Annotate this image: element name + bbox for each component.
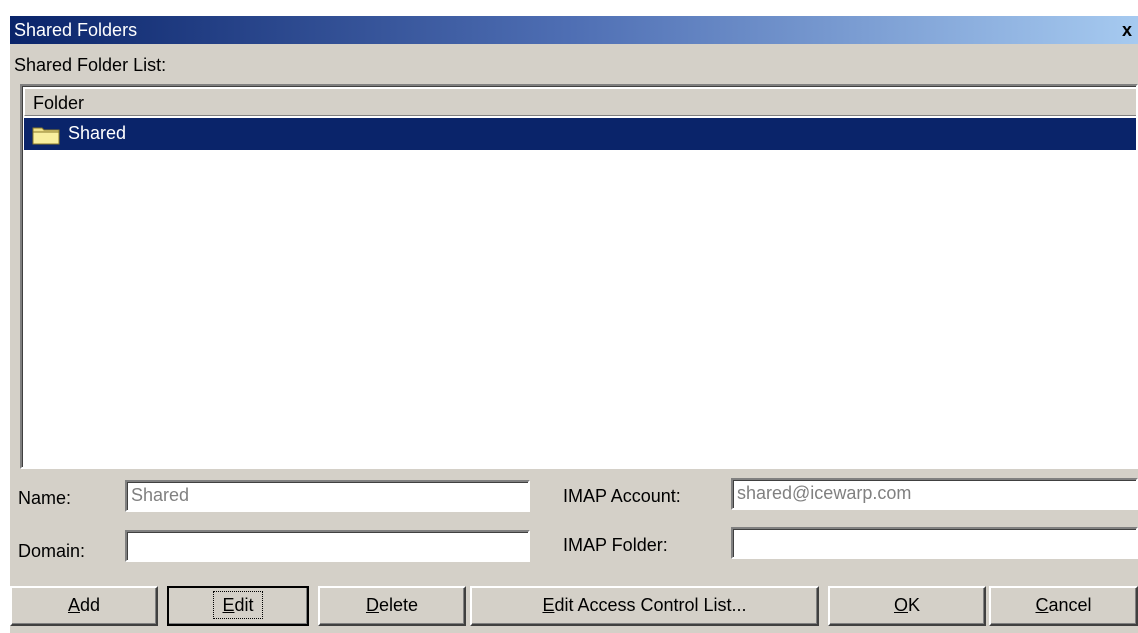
folder-icon xyxy=(32,127,60,145)
close-icon[interactable]: x xyxy=(1118,19,1136,41)
delete-button[interactable]: Delete xyxy=(318,586,466,626)
add-button[interactable]: Add xyxy=(10,586,158,626)
column-header-label: Folder xyxy=(33,93,85,113)
shared-folder-list-label: Shared Folder List: xyxy=(14,55,167,75)
focus-rectangle: Edit xyxy=(213,591,263,619)
imap-account-label: IMAP Account: xyxy=(563,486,681,506)
shared-folder-list[interactable]: Folder Shared xyxy=(20,84,1138,469)
edit-mnemonic: E xyxy=(222,595,235,615)
ok-button-label: K xyxy=(908,595,921,615)
delete-button-label: elete xyxy=(378,595,419,615)
domain-field[interactable] xyxy=(125,530,530,562)
imap-folder-field[interactable] xyxy=(731,527,1138,559)
edit-access-control-list-button[interactable]: Edit Access Control List... xyxy=(470,586,819,626)
cancel-button[interactable]: Cancel xyxy=(989,586,1138,626)
edit-button-label: dit xyxy=(234,595,254,615)
list-item-label: Shared xyxy=(68,123,127,143)
domain-label: Domain: xyxy=(18,541,86,561)
edit-acl-mnemonic: E xyxy=(542,595,555,615)
name-field[interactable]: Shared xyxy=(125,480,530,512)
add-mnemonic: A xyxy=(67,595,80,615)
imap-account-field[interactable]: shared@icewarp.com xyxy=(731,478,1138,510)
cancel-button-label: ancel xyxy=(1048,595,1092,615)
edit-acl-button-label: dit Access Control List... xyxy=(554,595,747,615)
add-button-label: dd xyxy=(79,595,101,615)
name-label: Name: xyxy=(18,488,72,508)
column-header-folder[interactable]: Folder xyxy=(24,88,1136,116)
list-item[interactable]: Shared xyxy=(24,118,1136,150)
cancel-mnemonic: C xyxy=(1035,595,1049,615)
ok-button[interactable]: OK xyxy=(828,586,986,626)
edit-button[interactable]: Edit xyxy=(167,586,309,626)
window-title: Shared Folders xyxy=(14,20,138,40)
delete-mnemonic: D xyxy=(365,595,379,615)
shared-folders-dialog: Shared Folders x Shared Folder List: Fol… xyxy=(10,16,1138,633)
title-bar[interactable]: Shared Folders x xyxy=(10,16,1138,44)
ok-mnemonic: O xyxy=(893,595,908,615)
imap-folder-label: IMAP Folder: xyxy=(563,535,668,555)
